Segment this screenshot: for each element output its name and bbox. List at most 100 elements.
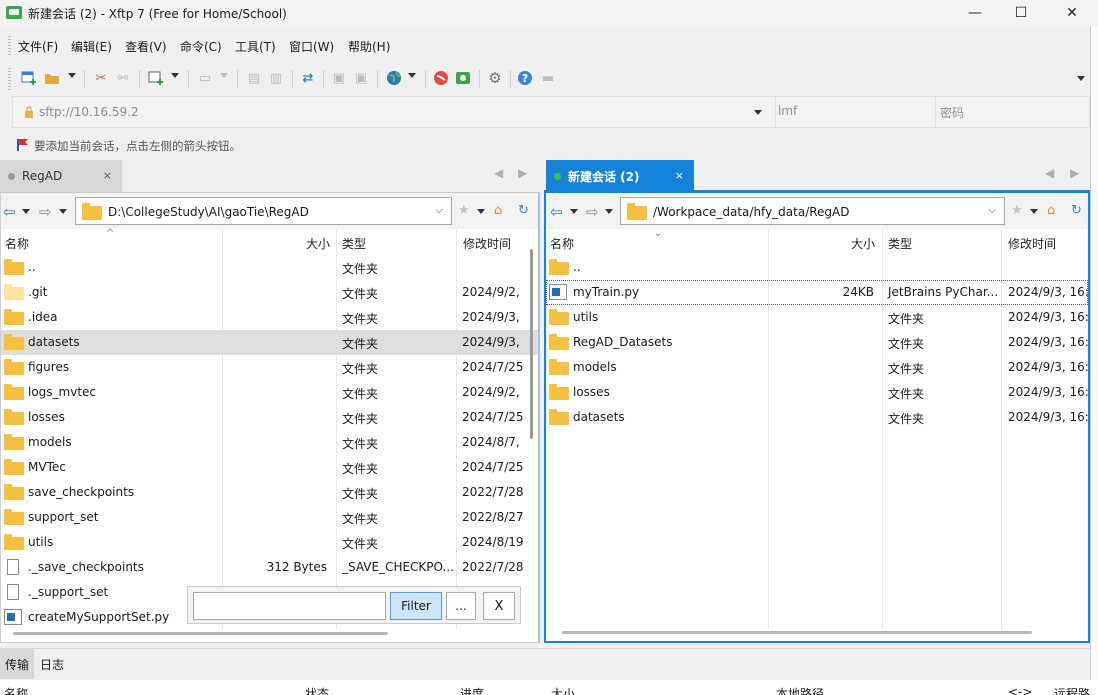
- horizontal-scrollbar[interactable]: [13, 632, 388, 635]
- col-transfer-remote-path[interactable]: 远程路: [1054, 685, 1090, 695]
- queue-icon[interactable]: ▣: [330, 69, 348, 87]
- menu-command[interactable]: 命令(C): [180, 38, 222, 55]
- disconnect-icon[interactable]: ✂: [92, 69, 110, 87]
- tab-prev-icon[interactable]: ◀: [494, 166, 503, 180]
- favorite-dropdown-icon[interactable]: [1030, 209, 1038, 214]
- col-modified[interactable]: 修改时间: [1008, 235, 1056, 252]
- table-row[interactable]: utils 文件夹 2024/9/3, 16:3: [546, 305, 1090, 330]
- tab-remote-session[interactable]: 新建会话 (2) ×: [546, 160, 694, 192]
- favorite-dropdown-icon[interactable]: [477, 209, 485, 214]
- table-row[interactable]: losses 文件夹 2024/9/3, 16:3: [546, 380, 1090, 405]
- back-dropdown-icon[interactable]: [570, 209, 578, 214]
- path-dropdown-icon[interactable]: ⌵: [435, 205, 443, 216]
- col-transfer-local-path[interactable]: 本地路径: [776, 685, 824, 695]
- col-size[interactable]: 大小: [306, 235, 330, 252]
- back-arrow-icon[interactable]: ⇦: [3, 203, 16, 221]
- paste-icon[interactable]: ▥: [267, 69, 285, 87]
- path-dropdown-icon[interactable]: ⌵: [988, 205, 996, 216]
- table-row[interactable]: .. 文件夹: [1, 255, 538, 280]
- refresh-icon[interactable]: ↻: [1071, 203, 1082, 218]
- tab-close-icon[interactable]: ×: [675, 169, 684, 182]
- forward-dropdown-icon[interactable]: [605, 209, 613, 214]
- col-modified[interactable]: 修改时间: [463, 235, 511, 252]
- password-field[interactable]: 密码: [935, 97, 1091, 127]
- col-name[interactable]: 名称: [5, 235, 29, 252]
- tab-next-icon[interactable]: ▶: [1070, 166, 1079, 180]
- table-row[interactable]: RegAD_Datasets 文件夹 2024/9/3, 16:1: [546, 330, 1090, 355]
- new-window-dropdown-icon[interactable]: [171, 73, 179, 78]
- tab-local-regad[interactable]: RegAD ×: [0, 160, 122, 192]
- address-dropdown-icon[interactable]: [754, 110, 762, 115]
- table-row[interactable]: datasets 文件夹 2024/9/3,: [1, 330, 538, 355]
- col-type[interactable]: 类型: [888, 235, 912, 252]
- table-row[interactable]: MVTec 文件夹 2024/7/25: [1, 455, 538, 480]
- table-row[interactable]: support_set 文件夹 2022/8/27: [1, 505, 538, 530]
- back-arrow-icon[interactable]: ⇦: [550, 203, 563, 221]
- home-folder-icon[interactable]: ⌂: [1047, 203, 1055, 218]
- address-input[interactable]: sftp://10.16.59.2: [39, 105, 139, 119]
- chat-icon[interactable]: ▬: [539, 69, 557, 87]
- forward-dropdown-icon[interactable]: [59, 209, 67, 214]
- forward-arrow-icon[interactable]: ⇨: [586, 203, 599, 221]
- table-row[interactable]: .git 文件夹 2024/9/2,: [1, 280, 538, 305]
- col-transfer-name[interactable]: 名称: [4, 685, 28, 695]
- remote-path-box[interactable]: /Workpace_data/hfy_data/RegAD ⌵: [620, 197, 1005, 225]
- table-row[interactable]: logs_mvtec 文件夹 2024/9/2,: [1, 380, 538, 405]
- forward-arrow-icon[interactable]: ⇨: [39, 203, 52, 221]
- menu-help[interactable]: 帮助(H): [348, 38, 390, 55]
- globe-icon[interactable]: [385, 69, 403, 87]
- local-path-box[interactable]: D:\CollegeStudy\AI\gaoTie\RegAD ⌵: [75, 197, 452, 225]
- add-session-arrow-icon[interactable]: [16, 138, 29, 152]
- table-row[interactable]: models 文件夹 2024/8/7,: [1, 430, 538, 455]
- tab-prev-icon[interactable]: ◀: [1045, 166, 1054, 180]
- menu-window[interactable]: 窗口(W): [289, 38, 334, 55]
- filter-button[interactable]: Filter: [390, 592, 442, 620]
- col-transfer-status[interactable]: 状态: [305, 685, 329, 695]
- table-row[interactable]: .idea 文件夹 2024/9/3,: [1, 305, 538, 330]
- sync-icon[interactable]: ▣: [352, 69, 370, 87]
- col-size[interactable]: 大小: [851, 235, 875, 252]
- tab-close-icon[interactable]: ×: [103, 169, 112, 182]
- table-row[interactable]: losses 文件夹 2024/7/25: [1, 405, 538, 430]
- terminal-icon[interactable]: ▭: [196, 69, 214, 87]
- col-transfer-direction[interactable]: <->: [1008, 685, 1032, 695]
- col-transfer-size[interactable]: 大小: [551, 685, 575, 695]
- copy-icon[interactable]: ▤: [245, 69, 263, 87]
- help-icon[interactable]: ?: [516, 69, 534, 87]
- table-row[interactable]: ._save_checkpoints 312 Bytes _SAVE_CHECKPO…: [1, 555, 538, 580]
- filter-options-button[interactable]: ...: [446, 592, 476, 620]
- favorite-star-icon[interactable]: ★: [1011, 203, 1023, 218]
- open-dropdown-icon[interactable]: [68, 73, 76, 78]
- home-folder-icon[interactable]: ⌂: [494, 203, 502, 218]
- col-transfer-progress[interactable]: 进度: [460, 685, 484, 695]
- filter-close-button[interactable]: X: [483, 592, 515, 620]
- back-dropdown-icon[interactable]: [22, 209, 30, 214]
- table-row[interactable]: figures 文件夹 2024/7/25: [1, 355, 538, 380]
- col-name[interactable]: 名称: [550, 235, 574, 252]
- menu-tools[interactable]: 工具(T): [235, 38, 276, 55]
- minimize-button[interactable]: —: [952, 0, 998, 26]
- menu-edit[interactable]: 编辑(E): [71, 38, 112, 55]
- terminal-dropdown-icon[interactable]: [220, 73, 228, 78]
- table-row[interactable]: datasets 文件夹 2024/9/3, 16:3: [546, 405, 1090, 430]
- filter-input[interactable]: [193, 592, 386, 620]
- close-window-button[interactable]: ✕: [1046, 0, 1098, 26]
- table-row[interactable]: save_checkpoints 文件夹 2022/7/28: [1, 480, 538, 505]
- refresh-icon[interactable]: ↻: [518, 203, 529, 218]
- open-folder-icon[interactable]: [43, 69, 61, 87]
- menu-file[interactable]: 文件(F): [18, 38, 58, 55]
- xftp-icon[interactable]: [454, 69, 472, 87]
- xshell-icon[interactable]: [432, 69, 450, 87]
- tab-next-icon[interactable]: ▶: [518, 166, 527, 180]
- horizontal-scrollbar[interactable]: [562, 631, 1032, 634]
- new-window-icon[interactable]: [147, 69, 165, 87]
- col-type[interactable]: 类型: [342, 235, 366, 252]
- maximize-button[interactable]: ☐: [998, 0, 1044, 26]
- vertical-scrollbar[interactable]: [530, 249, 533, 439]
- menu-view[interactable]: 查看(V): [125, 38, 167, 55]
- table-row[interactable]: ..: [546, 255, 1088, 280]
- table-row[interactable]: myTrain.py 24KB JetBrains PyChar... 2024/9/…: [546, 280, 1090, 305]
- tab-log[interactable]: 日志: [40, 656, 64, 673]
- reconnect-icon[interactable]: ⚯: [114, 69, 132, 87]
- table-row[interactable]: utils 文件夹 2024/8/19: [1, 530, 538, 555]
